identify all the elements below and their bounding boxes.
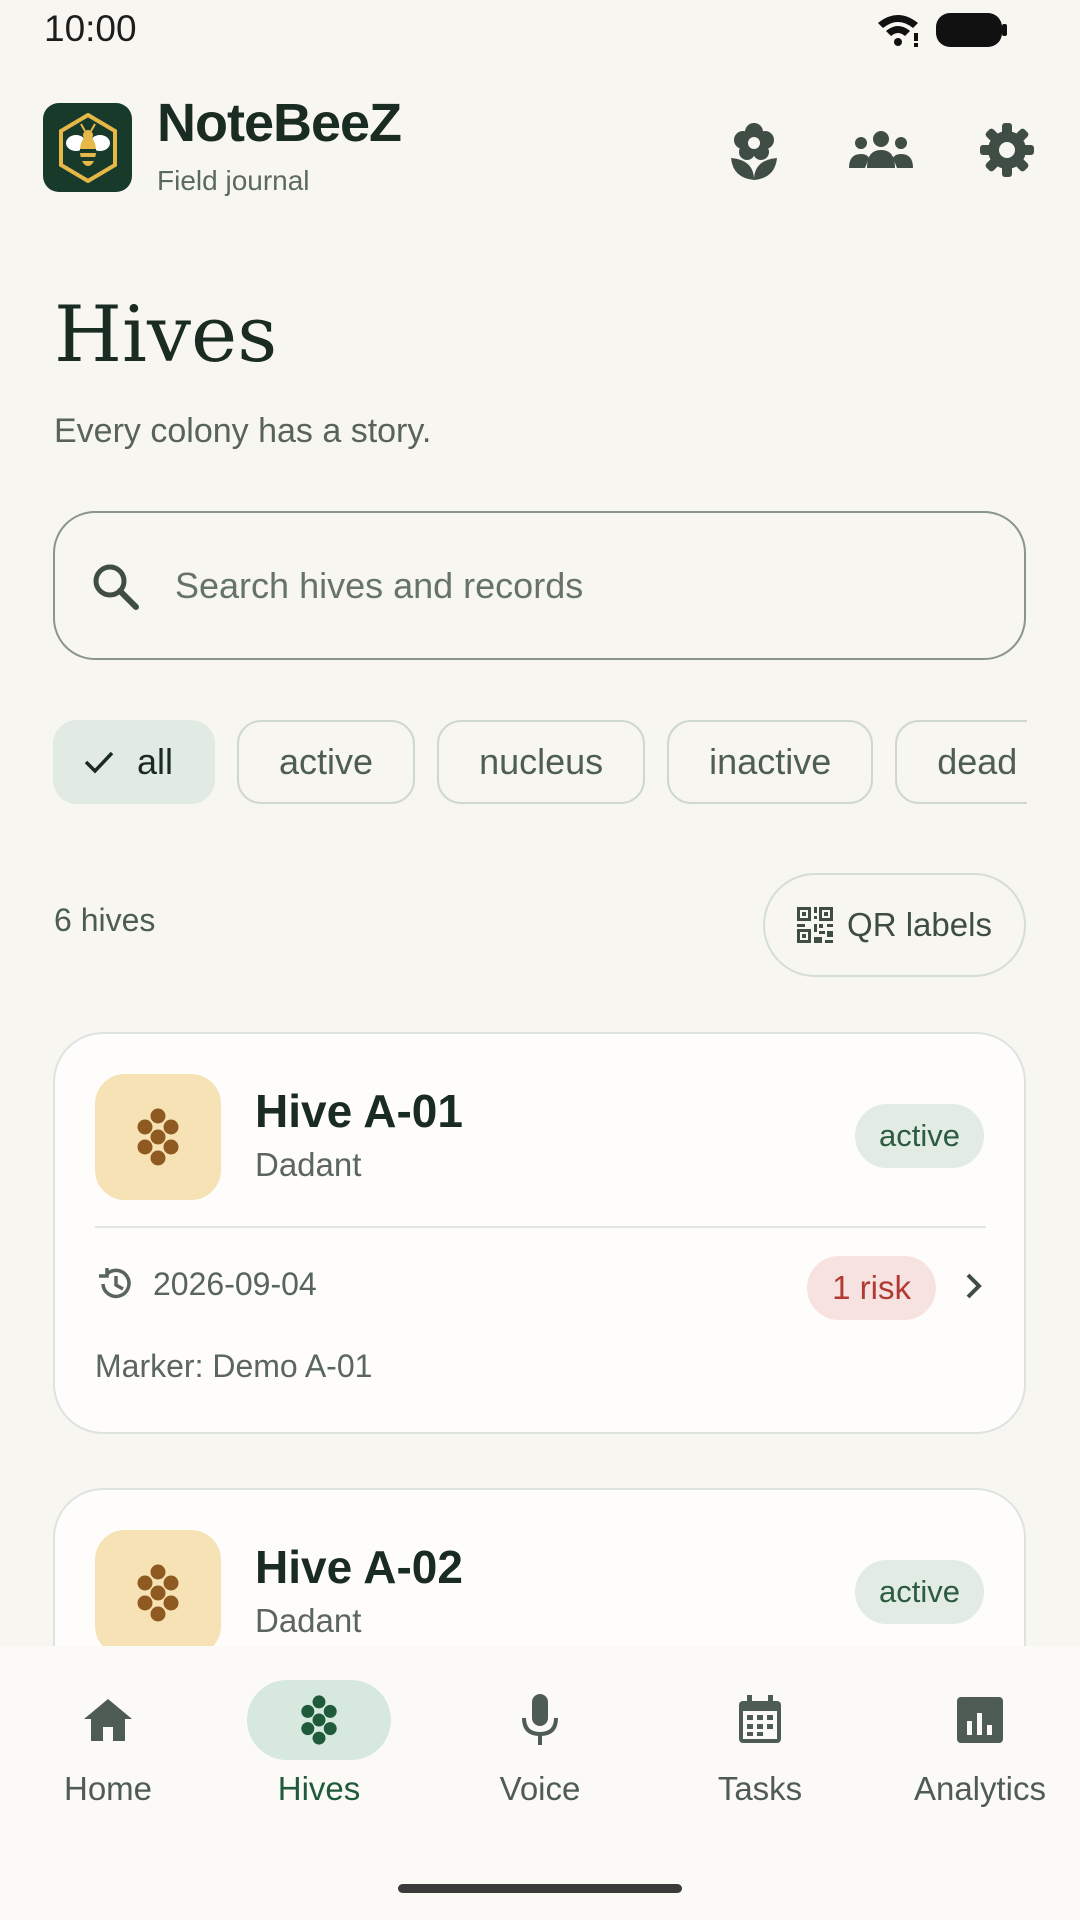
page-title: Hives [54, 290, 278, 380]
hive-name: Hive A-02 [255, 1541, 463, 1593]
filter-chip-nucleus[interactable]: nucleus [437, 720, 646, 804]
status-badge: active [855, 1560, 984, 1624]
home-icon [84, 1699, 132, 1741]
status-badge: active [855, 1104, 984, 1168]
filter-chip-label: inactive [709, 741, 832, 782]
nav-voice[interactable]: Voice [432, 1646, 648, 1826]
hive-card[interactable]: Hive A-01 Dadant active 2026-09-04 1 ris… [53, 1032, 1026, 1434]
filter-chip-label: nucleus [479, 741, 604, 782]
nav-icon-container [247, 1680, 391, 1760]
card-divider [95, 1226, 986, 1228]
status-icons [876, 12, 1008, 48]
inspection-date: 2026-09-04 [153, 1265, 317, 1302]
filter-chip-inactive[interactable]: inactive [667, 720, 874, 804]
nav-label: Hives [277, 1770, 361, 1807]
nav-icon-container [36, 1680, 180, 1760]
filter-chip-label: active [279, 741, 374, 782]
hive-name: Hive A-01 [255, 1085, 463, 1137]
nav-analytics[interactable]: Analytics [872, 1646, 1080, 1826]
nav-label: Analytics [913, 1770, 1047, 1807]
nav-icon-container [468, 1680, 612, 1760]
risk-badge: 1 risk [807, 1256, 936, 1320]
hive-marker: Marker: Demo A-01 [95, 1348, 373, 1384]
history-icon [99, 1268, 131, 1299]
nav-label: Home [63, 1770, 153, 1807]
nav-label: Tasks [717, 1770, 803, 1807]
check-icon [84, 751, 114, 774]
gear-icon [980, 123, 1034, 177]
hive-type: Dadant [255, 1146, 362, 1183]
app-logo [43, 103, 132, 192]
honeycomb-icon [137, 1564, 179, 1622]
nav-tasks[interactable]: Tasks [652, 1646, 868, 1826]
filter-chip-active[interactable]: active [237, 720, 416, 804]
settings-button[interactable] [972, 115, 1042, 185]
chevron-right-icon[interactable] [964, 1272, 984, 1300]
bee-icon [58, 112, 117, 183]
status-time: 10:00 [44, 8, 137, 49]
qr-labels-label: QR labels [847, 906, 992, 943]
filter-chip-all[interactable]: all [53, 720, 216, 804]
bar-chart-icon [957, 1697, 1003, 1743]
nav-label: Voice [499, 1770, 581, 1807]
honeycomb-icon [301, 1695, 337, 1745]
bottom-navigation: Home Hives Voice Tasks Analytics [0, 1646, 1080, 1920]
hive-avatar [95, 1530, 221, 1656]
nav-hives[interactable]: Hives [211, 1646, 427, 1826]
hive-count: 6 hives [54, 902, 156, 938]
hive-type: Dadant [255, 1602, 362, 1639]
group-icon [849, 131, 913, 168]
community-button[interactable] [846, 115, 916, 185]
microphone-icon [522, 1694, 558, 1745]
flower-icon [731, 123, 777, 180]
search-input[interactable] [175, 564, 975, 607]
app-subtitle: Field journal [157, 165, 310, 196]
home-indicator [398, 1884, 682, 1893]
app-name: NoteBeeZ [157, 93, 402, 153]
last-inspection: 2026-09-04 [95, 1264, 317, 1304]
nav-icon-container [908, 1680, 1052, 1760]
nav-icon-container [688, 1680, 832, 1760]
calendar-icon [739, 1695, 781, 1743]
filter-chip-label: dead [937, 741, 1018, 782]
qr-labels-button[interactable]: QR labels [763, 873, 1026, 977]
filter-chips: all active nucleus inactive dead [53, 720, 1027, 804]
flower-button[interactable] [719, 115, 789, 185]
filter-chip-label: all [137, 741, 174, 782]
qr-code-icon [797, 907, 834, 943]
filter-chip-dead[interactable]: dead [895, 720, 1027, 804]
search-icon [93, 564, 139, 610]
search-box[interactable] [53, 511, 1026, 660]
wifi-icon [878, 15, 918, 47]
honeycomb-icon [137, 1108, 179, 1166]
page-subtitle: Every colony has a story. [54, 412, 432, 450]
hive-avatar [95, 1074, 221, 1200]
nav-home[interactable]: Home [0, 1646, 216, 1826]
battery-icon [936, 13, 1007, 47]
